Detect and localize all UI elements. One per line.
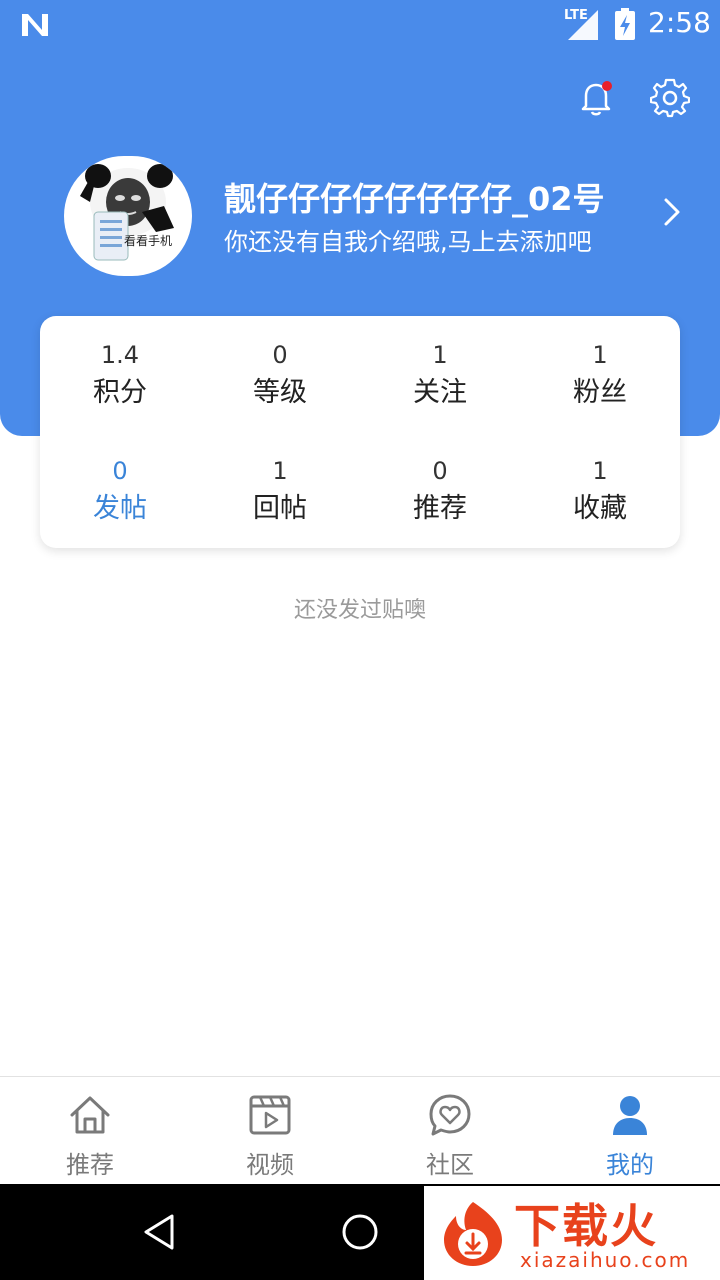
bio-text[interactable]: 你还没有自我介绍哦,马上去添加吧 xyxy=(224,222,592,257)
chevron-right-icon[interactable] xyxy=(656,194,688,230)
heart-chat-icon xyxy=(429,1094,471,1136)
stat-posts[interactable]: 0 发帖 xyxy=(40,456,200,528)
stat-label: 回帖 xyxy=(253,493,307,524)
stat-label: 等级 xyxy=(253,377,307,408)
stat-label: 粉丝 xyxy=(573,377,627,408)
watermark-subtitle: xiazaihuo.com xyxy=(520,1248,691,1272)
stats-card: 1.4 积分 0 等级 1 关注 1 粉丝 0 发帖 1 回帖 0 推荐 1 收… xyxy=(40,316,680,548)
stat-value: 1 xyxy=(432,341,448,369)
stat-label: 收藏 xyxy=(573,493,627,524)
stat-label: 积分 xyxy=(93,377,147,408)
back-icon[interactable] xyxy=(140,1212,180,1252)
signal-icon xyxy=(568,10,598,40)
fire-logo-icon xyxy=(444,1202,502,1266)
tab-community[interactable]: 社区 xyxy=(360,1077,540,1185)
stat-value: 1 xyxy=(592,341,608,369)
home-icon xyxy=(70,1096,110,1134)
stat-level[interactable]: 0 等级 xyxy=(200,340,360,412)
stat-label: 关注 xyxy=(413,377,467,408)
empty-state-message: 还没发过贴噢 xyxy=(293,598,426,623)
home-circle-icon[interactable] xyxy=(340,1212,380,1252)
stat-value: 0 xyxy=(272,341,288,369)
stat-replies[interactable]: 1 回帖 xyxy=(200,456,360,528)
tab-label: 视频 xyxy=(246,1151,294,1179)
tab-me[interactable]: 我的 xyxy=(540,1077,720,1185)
tab-video[interactable]: 视频 xyxy=(180,1077,360,1185)
n-logo-icon xyxy=(22,14,48,36)
stat-followers[interactable]: 1 粉丝 xyxy=(520,340,680,412)
bottom-tab-bar: 推荐 视频 社区 我的 xyxy=(0,1076,720,1185)
gear-icon[interactable] xyxy=(650,78,690,118)
battery-charging-icon xyxy=(615,8,635,40)
user-icon xyxy=(613,1096,647,1135)
stat-value: 1.4 xyxy=(100,341,140,369)
status-bar: LTE 2:58 xyxy=(0,0,720,50)
stat-recommended[interactable]: 0 推荐 xyxy=(360,456,520,528)
stat-value: 1 xyxy=(272,457,288,485)
stat-value: 0 xyxy=(432,457,448,485)
stat-label: 发帖 xyxy=(93,493,147,524)
bell-icon[interactable] xyxy=(576,78,616,118)
stat-value: 0 xyxy=(112,457,128,485)
video-icon xyxy=(249,1095,291,1135)
stat-points[interactable]: 1.4 积分 xyxy=(40,340,200,412)
stat-value: 1 xyxy=(592,457,608,485)
stat-label: 推荐 xyxy=(413,493,467,524)
tab-recommend[interactable]: 推荐 xyxy=(0,1077,180,1185)
avatar[interactable]: 看看手机 xyxy=(64,156,192,276)
tab-label: 推荐 xyxy=(66,1151,114,1179)
panda-meme-image xyxy=(80,164,174,261)
stat-following[interactable]: 1 关注 xyxy=(360,340,520,412)
clock: 2:58 xyxy=(648,6,711,39)
notification-badge xyxy=(602,81,612,91)
tab-label: 我的 xyxy=(606,1151,654,1179)
username[interactable]: 靓仔仔仔仔仔仔仔仔_02号 xyxy=(224,174,605,220)
stat-favorites[interactable]: 1 收藏 xyxy=(520,456,680,528)
watermark-title: 下载火 xyxy=(514,1199,658,1253)
avatar-caption: 看看手机 xyxy=(124,234,173,248)
tab-label: 社区 xyxy=(426,1151,474,1179)
watermark-logo: 下载火 xiazaihuo.com xyxy=(424,1186,720,1280)
